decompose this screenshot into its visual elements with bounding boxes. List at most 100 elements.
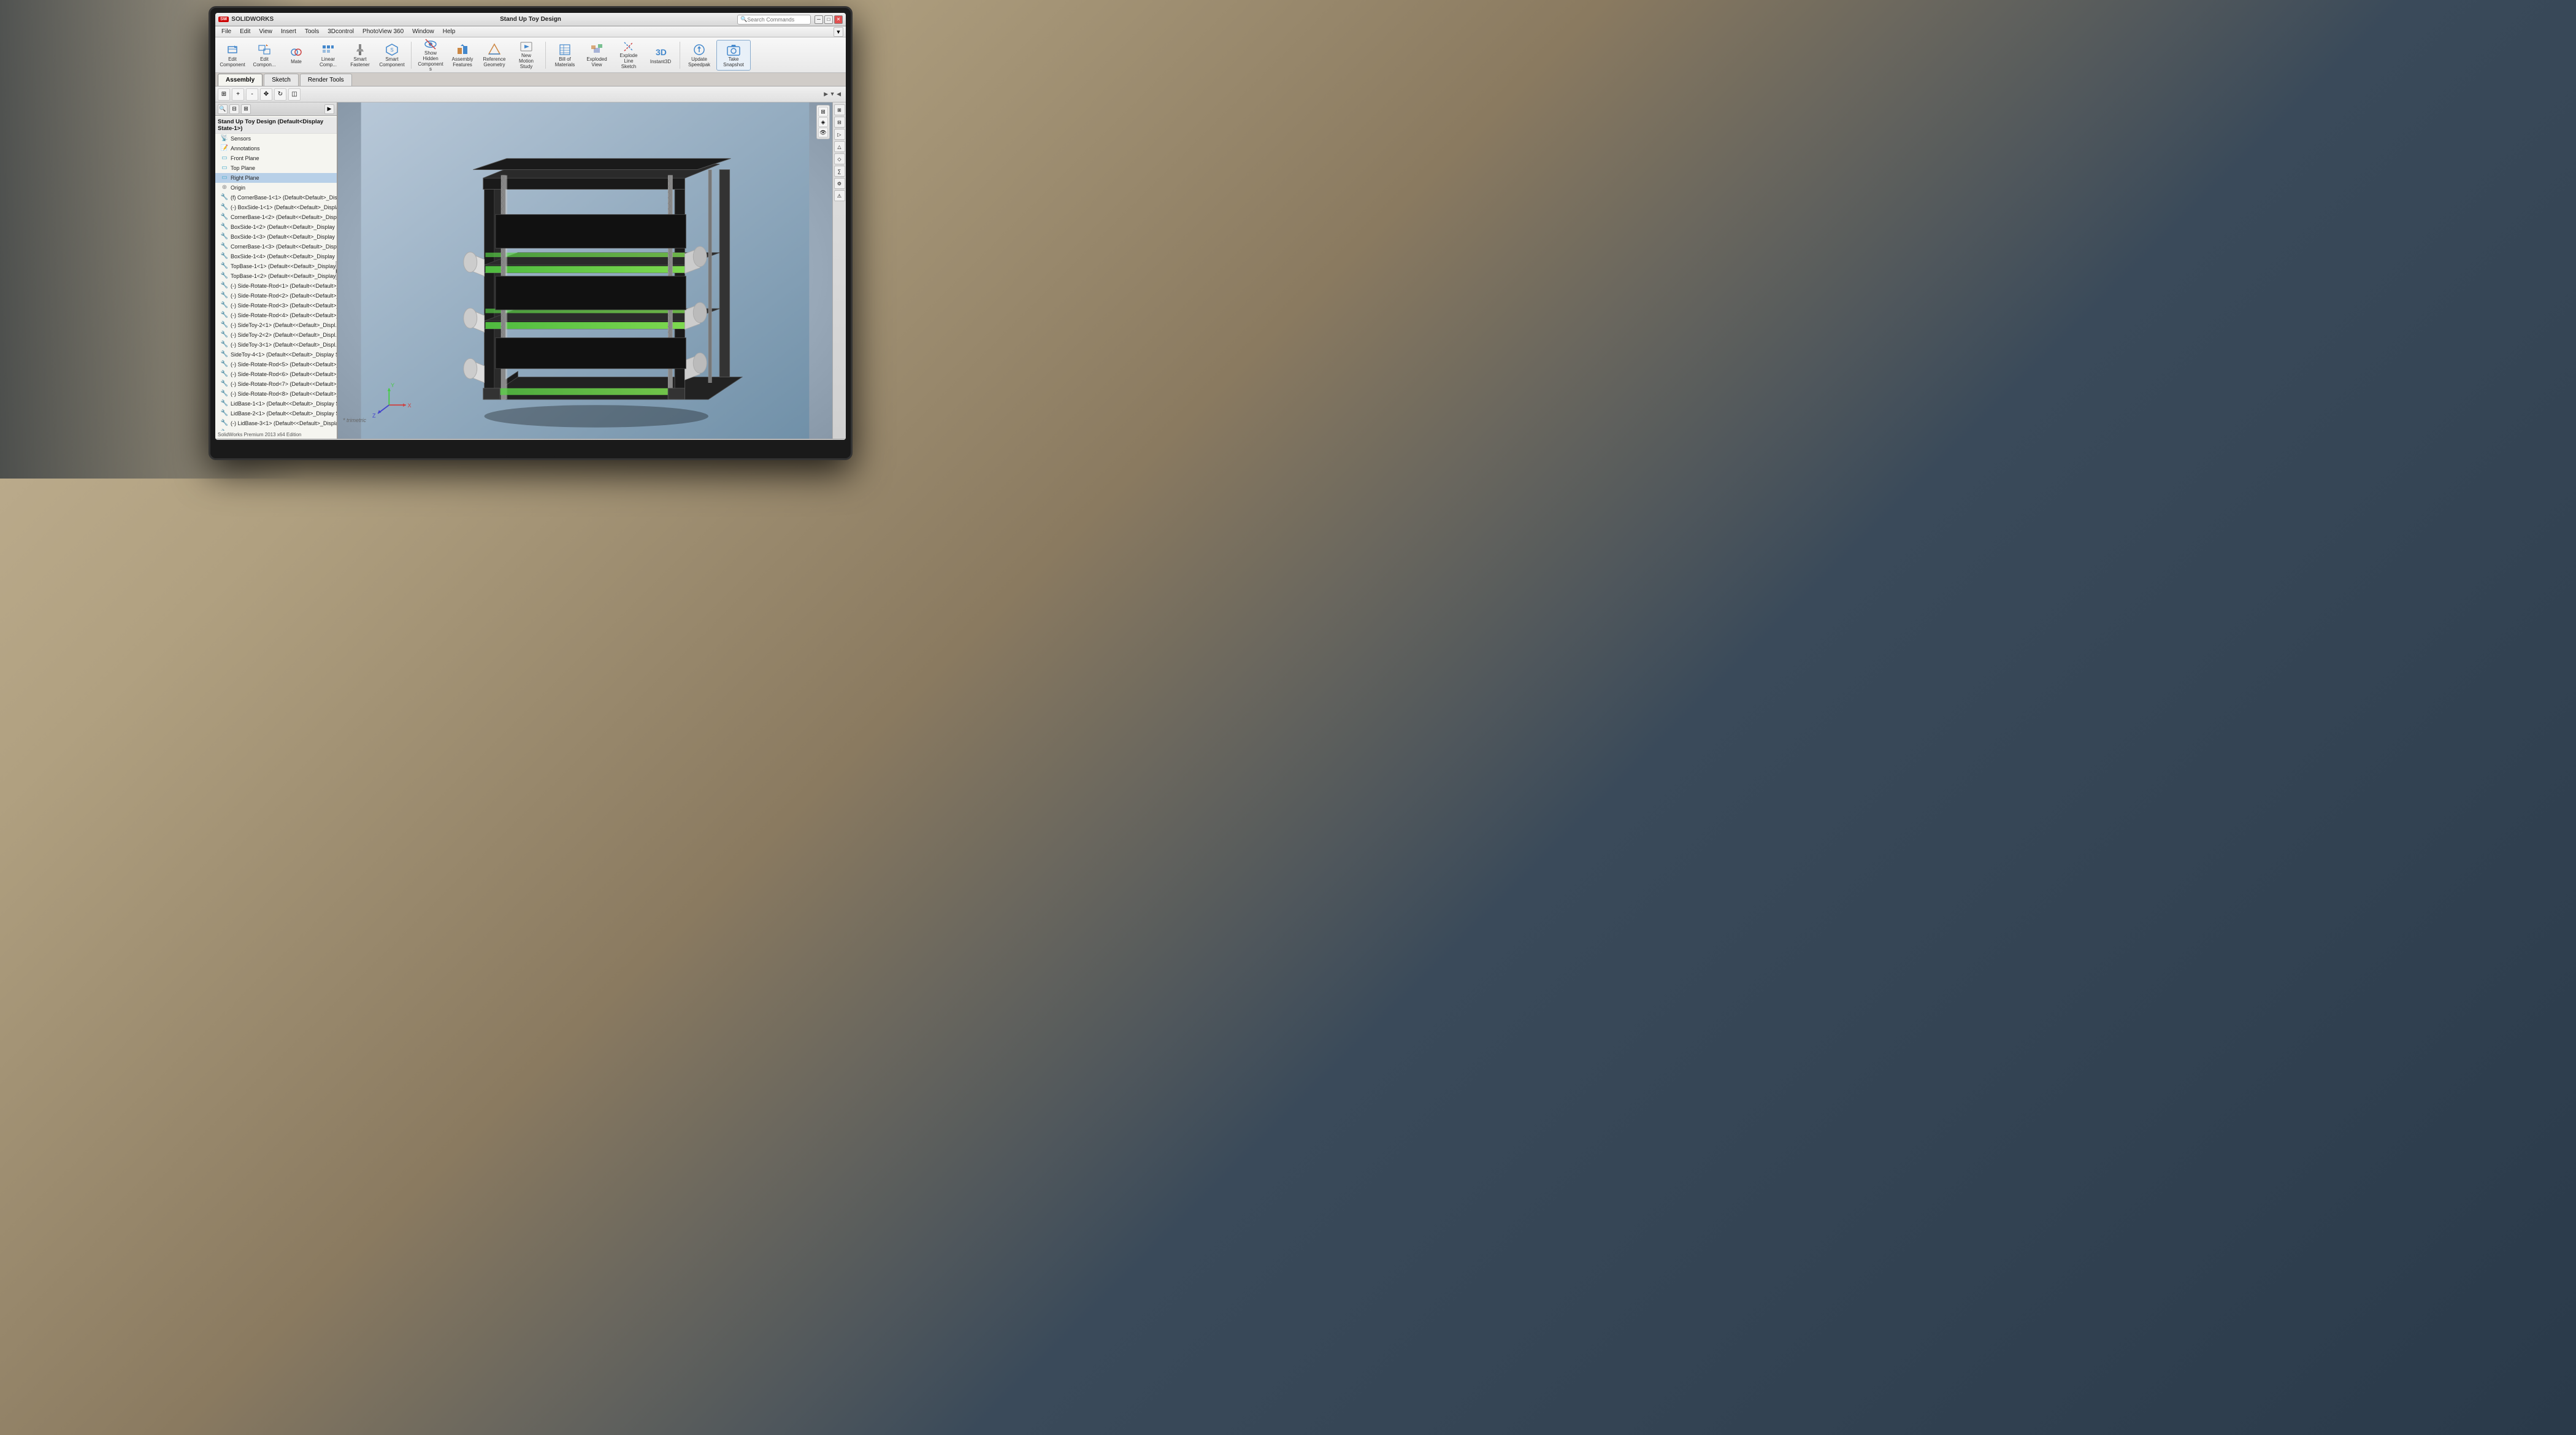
right-btn-4[interactable]: △ [834,141,845,152]
instant3d-btn[interactable]: 3D Instant3D [646,40,675,71]
edit-component-btn[interactable]: EditComponent [218,40,247,71]
show-hidden-btn[interactable]: ShowHiddenComponents [416,40,445,71]
menu-file[interactable]: File [218,28,235,36]
explode-line-btn[interactable]: ExplodeLineSketch [614,40,643,71]
tree-content[interactable]: Stand Up Toy Design (Default<Display Sta… [215,116,337,431]
bill-of-materials-btn[interactable]: Bill ofMaterials [550,40,580,71]
tree-item-17[interactable]: 🔧 (-) Side-Rotate-Rod<5> (Default<<Defau… [215,360,337,369]
tree-item-21[interactable]: 🔧 LidBase-1<1> (Default<<Default>_Displa… [215,399,337,409]
section-view-btn[interactable]: ◫ [288,88,301,101]
rotate-btn[interactable]: ↻ [274,88,286,101]
hide-show-btn[interactable]: 👁 [818,128,828,137]
close-button[interactable]: ✕ [834,15,843,24]
tree-item-19[interactable]: 🔧 (-) Side-Rotate-Rod<7> (Default<<Defau… [215,379,337,389]
right-btn-7[interactable]: ⚙ [834,178,845,189]
tree-item-22[interactable]: 🔧 LidBase-2<1> (Default<<Default>_Displa… [215,409,337,418]
maximize-button[interactable]: □ [824,15,833,24]
tree-item-origin[interactable]: ⊕ Origin [215,183,337,193]
tree-item-15[interactable]: 🔧 (-) SideToy-3<1> (Default<<Default>_Di… [215,340,337,350]
update-speedpak-icon [692,42,707,57]
menu-photoview[interactable]: PhotoView 360 [359,28,407,36]
tree-item-0[interactable]: 🔧 (f) CornerBase-1<1> (Default<Default>_… [215,193,337,202]
menu-edit[interactable]: Edit [236,28,254,36]
component-icon-15: 🔧 [220,340,229,349]
menu-window[interactable]: Window [408,28,438,36]
tree-item-8[interactable]: 🔧 TopBase-1<2> (Default<<Default>_Displa… [215,271,337,281]
tree-item-1[interactable]: 🔧 (-) BoxSide-1<1> (Default<<Default>_Di… [215,202,337,212]
smart-component-btn[interactable]: S SmartComponent [377,40,407,71]
zoom-out-btn[interactable]: - [246,88,258,101]
tree-collapse-btn[interactable]: ⊟ [229,104,239,114]
take-snapshot-btn[interactable]: TakeSnapshot [716,40,751,71]
right-btn-8[interactable]: ⚠ [834,190,845,201]
component-icon-11: 🔧 [220,301,229,310]
options-btn[interactable]: ▼ [834,27,843,37]
tree-item-12[interactable]: 🔧 (-) Side-Rotate-Rod<4> (Default<<Defau… [215,310,337,320]
3d-viewport[interactable]: X Y Z * trimetric ⊞ ◈ [338,102,832,439]
smart-fastener-btn[interactable]: SmartFastener [345,40,375,71]
mate-btn[interactable]: Mate [282,40,311,71]
window-title: Stand Up Toy Design [500,16,561,23]
component-icon-3: 🔧 [220,223,229,231]
zoom-fit-btn[interactable]: ⊞ [218,88,230,101]
tree-item-23[interactable]: 🔧 (-) LidBase-3<1> (Default<<Default>_Di… [215,418,337,428]
svg-text:S: S [390,47,393,53]
tab-render-tools[interactable]: Render Tools [300,74,352,86]
new-motion-study-btn[interactable]: NewMotionStudy [512,40,541,71]
search-input[interactable] [747,17,808,23]
menu-insert[interactable]: Insert [277,28,300,36]
linear-component-btn[interactable]: LinearComp... [313,40,343,71]
exploded-view-btn[interactable]: ExplodedView [582,40,611,71]
right-btn-1[interactable]: ⊞ [834,104,845,115]
menu-bar: File Edit View Insert Tools 3Dcontrol Ph… [215,26,846,37]
tree-item-top-plane[interactable]: ▭ Top Plane [215,163,337,173]
tree-expand-btn[interactable]: ⊞ [241,104,251,114]
menu-help[interactable]: Help [439,28,459,36]
tree-item-annotations[interactable]: 📝 Annotations [215,144,337,153]
tree-filter-btn[interactable]: 🔍 [218,104,228,114]
assembly-features-btn[interactable]: AssemblyFeatures [448,40,477,71]
tree-item-10[interactable]: 🔧 (-) Side-Rotate-Rod<2> (Default<<Defau… [215,291,337,301]
component-icon-22: 🔧 [220,409,229,418]
tree-item-2[interactable]: 🔧 CornerBase-1<2> (Default<<Default>_Dis… [215,212,337,222]
tree-item-13[interactable]: 🔧 (-) SideToy-2<1> (Default<<Default>_Di… [215,320,337,330]
tree-item-6[interactable]: 🔧 BoxSide-1<4> (Default<<Default>_Displa… [215,252,337,261]
tree-item-20[interactable]: 🔧 (-) Side-Rotate-Rod<8> (Default<<Defau… [215,389,337,399]
right-btn-2[interactable]: ⊟ [834,117,845,128]
search-box[interactable]: 🔍 [737,15,811,25]
smart-fastener-label: SmartFastener [350,57,370,68]
tree-item-5[interactable]: 🔧 CornerBase-1<3> (Default<<Default>_Dis… [215,242,337,252]
pan-btn[interactable]: ✥ [260,88,272,101]
right-btn-6[interactable]: ∑ [834,166,845,177]
right-btn-5[interactable]: ◇ [834,153,845,164]
tree-item-11[interactable]: 🔧 (-) Side-Rotate-Rod<3> (Default<<Defau… [215,301,337,310]
update-speedpak-btn[interactable]: UpdateSpeedpak [684,40,714,71]
tree-item-3[interactable]: 🔧 BoxSide-1<2> (Default<<Default>_Displa… [215,222,337,232]
minimize-button[interactable]: ─ [815,15,823,24]
tree-root-item[interactable]: Stand Up Toy Design (Default<Display Sta… [215,117,337,134]
menu-view[interactable]: View [255,28,276,36]
tree-item-sensors[interactable]: 📡 Sensors [215,134,337,144]
tree-item-right-plane[interactable]: ▭ Right Plane [215,173,337,183]
menu-3dcontrol[interactable]: 3Dcontrol [324,28,358,36]
menu-tools[interactable]: Tools [301,28,323,36]
tree-item-front-plane[interactable]: ▭ Front Plane [215,153,337,163]
tree-item-14[interactable]: 🔧 (-) SideToy-2<2> (Default<<Default>_Di… [215,330,337,340]
view-orient-btn[interactable]: ⊞ [818,107,828,117]
reference-geometry-btn[interactable]: ReferenceGeometry [480,40,509,71]
tab-sketch[interactable]: Sketch [264,74,299,86]
tree-item-7[interactable]: 🔧 TopBase-1<1> (Default<<Default>_Displa… [215,261,337,271]
tree-item-9[interactable]: 🔧 (-) Side-Rotate-Rod<1> (Default<<Defau… [215,281,337,291]
display-style-btn[interactable]: ◈ [818,117,828,127]
right-btn-3[interactable]: ▷ [834,129,845,140]
tree-item-16[interactable]: 🔧 SideToy-4<1> (Default<<Default>_Displa… [215,350,337,360]
component-icon-8: 🔧 [220,272,229,280]
tab-assembly[interactable]: Assembly [218,74,263,86]
tree-item-18[interactable]: 🔧 (-) Side-Rotate-Rod<6> (Default<<Defau… [215,369,337,379]
component-icon-19: 🔧 [220,380,229,388]
edit-components-btn[interactable]: EditCompon... [250,40,279,71]
tree-more-btn[interactable]: ▶ [324,104,334,114]
zoom-in-btn[interactable]: + [232,88,244,101]
tree-item-4[interactable]: 🔧 BoxSide-1<3> (Default<<Default>_Displa… [215,232,337,242]
component-icon-5: 🔧 [220,242,229,251]
